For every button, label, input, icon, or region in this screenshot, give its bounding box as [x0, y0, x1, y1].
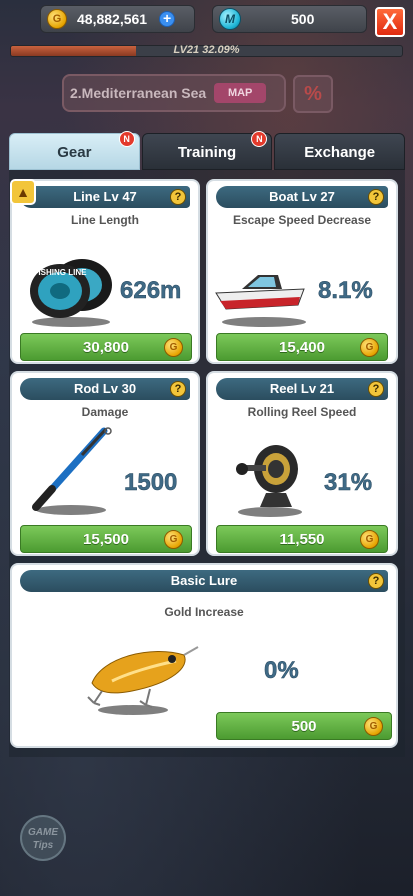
card-header: Boat Lv 27 ? — [216, 186, 388, 208]
card-value: 31% — [324, 469, 373, 497]
percent-button[interactable]: % — [293, 75, 333, 113]
card-value: 626m — [120, 277, 182, 305]
card-stat-label: Gold Increase — [164, 605, 244, 619]
help-icon[interactable]: ? — [368, 573, 384, 589]
upgrade-rod-button[interactable]: 15,500 G — [20, 525, 192, 553]
boat-card: Boat Lv 27 ? Escape Speed Decrease 8.1% … — [206, 179, 398, 364]
card-stat-label: Escape Speed Decrease — [232, 213, 372, 227]
tab-label: Training — [177, 144, 237, 161]
tab-training[interactable]: Training N — [141, 131, 273, 170]
gold-counter: G 48,882,561 + — [40, 5, 195, 33]
tab-label: Exchange — [304, 144, 376, 161]
card-header: Basic Lure ? — [20, 570, 388, 592]
tab-exchange[interactable]: Exchange — [274, 133, 406, 170]
fishing-line-spool-icon: FISHING LINE — [30, 259, 112, 318]
coin-icon: G — [47, 9, 67, 29]
card-title: Boat Lv 27 — [269, 189, 335, 204]
gem-icon: M — [219, 8, 241, 30]
spinning-reel-icon — [236, 445, 298, 507]
lure-icon — [87, 646, 199, 708]
card-value: 0% — [264, 657, 299, 685]
upgrade-reel-button[interactable]: 11,550 G — [216, 525, 388, 553]
location-name: 2.Mediterranean Sea — [70, 85, 207, 101]
tab-bar: Gear N Training N Exchange — [9, 131, 406, 170]
upgrade-lure-button[interactable]: 500 G — [216, 712, 392, 740]
map-button[interactable]: MAP — [214, 83, 267, 103]
speedboat-icon — [215, 275, 305, 310]
reel-card: Reel Lv 21 ? Rolling Reel Speed 31% 11,5… — [206, 371, 398, 556]
thumbs-up-icon: ▲ — [10, 179, 36, 205]
coin-icon: G — [164, 338, 183, 357]
card-title: Rod Lv 30 — [73, 381, 137, 396]
gem-amount: 500 — [291, 11, 315, 27]
upgrade-price: 15,500 — [83, 530, 129, 548]
gear-panel: Line Lv 47 ? ▲ Line Length FISHING LINE … — [9, 170, 405, 757]
card-header: Reel Lv 21 ? — [216, 378, 388, 400]
help-icon[interactable]: ? — [368, 189, 384, 205]
lure-card: Basic Lure ? Gold Increase 0% 500 G — [10, 563, 398, 748]
card-value: 1500 — [124, 469, 178, 497]
line-card: Line Lv 47 ? ▲ Line Length FISHING LINE … — [10, 179, 200, 364]
help-icon[interactable]: ? — [170, 189, 186, 205]
upgrade-line-button[interactable]: 30,800 G — [20, 333, 192, 361]
help-icon[interactable]: ? — [170, 381, 186, 397]
location-panel: 2.Mediterranean Sea MAP — [62, 74, 286, 112]
gold-amount: 48,882,561 — [77, 11, 148, 27]
upgrade-price: 11,550 — [279, 530, 325, 548]
card-stat-label: Rolling Reel Speed — [247, 405, 357, 419]
coin-icon: G — [164, 530, 183, 549]
card-header: Line Lv 47 ? — [20, 186, 190, 208]
new-badge: N — [251, 131, 268, 147]
help-icon[interactable]: ? — [368, 381, 384, 397]
add-gold-icon[interactable]: + — [159, 11, 176, 27]
tab-gear[interactable]: Gear N — [9, 131, 140, 170]
card-title: Basic Lure — [170, 573, 238, 588]
gem-counter: M 500 — [212, 5, 367, 33]
coin-icon: G — [364, 717, 383, 736]
upgrade-price: 30,800 — [83, 338, 129, 356]
tab-label: Gear — [57, 144, 92, 161]
rod-card: Rod Lv 30 ? Damage 1500 15,500 G — [10, 371, 200, 556]
card-value: 8.1% — [318, 277, 373, 305]
coin-icon: G — [360, 338, 379, 357]
card-stat-label: Line Length — [71, 213, 139, 227]
upgrade-price: 500 — [291, 717, 317, 735]
level-progress-text: LV21 32.09% — [173, 44, 240, 56]
upgrade-boat-button[interactable]: 15,400 G — [216, 333, 388, 361]
coin-icon: G — [360, 530, 379, 549]
upgrade-price: 15,400 — [279, 338, 325, 356]
fishing-rod-icon — [32, 427, 112, 511]
card-stat-label: Damage — [81, 405, 129, 419]
close-button[interactable]: X — [375, 7, 405, 37]
spool-label: FISHING LINE — [34, 268, 88, 277]
new-badge: N — [118, 131, 135, 147]
card-title: Reel Lv 21 — [269, 381, 335, 396]
game-tips-button[interactable]: GAME Tips — [20, 815, 66, 861]
top-bar: G 48,882,561 + M 500 X — [0, 5, 413, 37]
card-header: Rod Lv 30 ? — [20, 378, 190, 400]
card-title: Line Lv 47 — [73, 189, 137, 204]
